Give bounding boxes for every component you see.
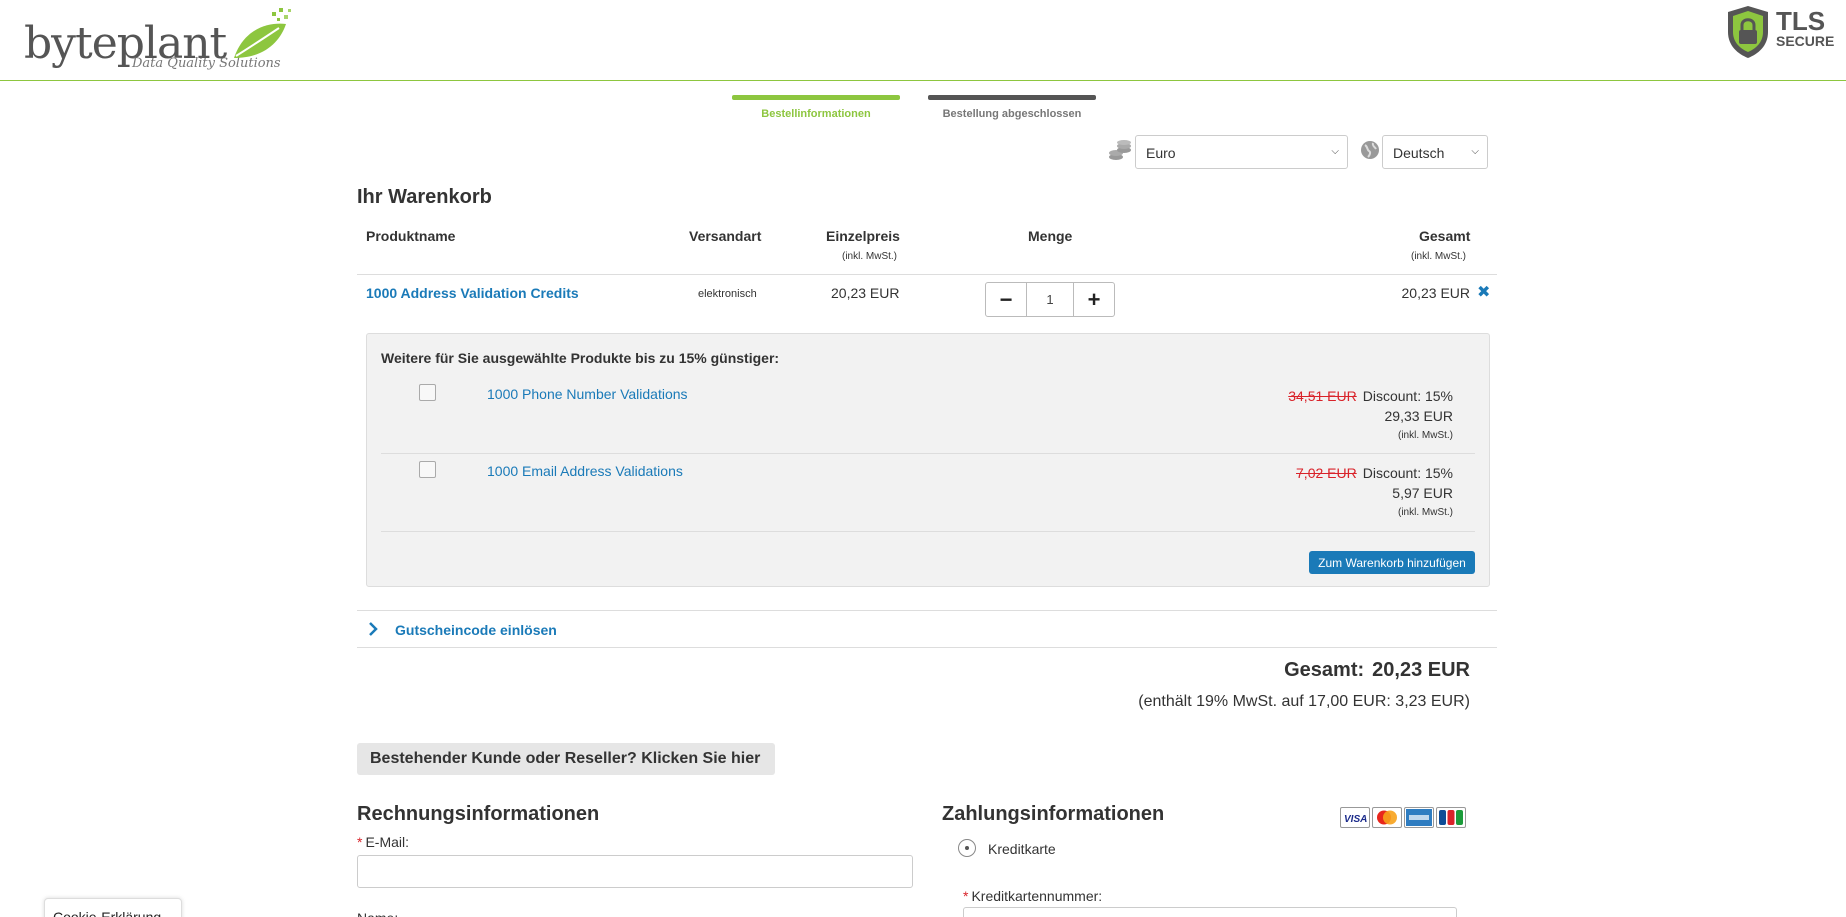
tls-label: TLS <box>1776 6 1826 36</box>
col-total-header: Gesamt <box>1419 228 1471 244</box>
mastercard-icon <box>1372 807 1402 828</box>
step-label: Bestellinformationen <box>761 108 871 120</box>
total-vat-note: (enthält 19% MwSt. auf 17,00 EUR: 3,23 E… <box>1138 693 1470 710</box>
amex-card-icon <box>1404 807 1434 828</box>
upsell-divider <box>381 531 1475 532</box>
cookie-declaration-button[interactable]: Cookie-Erklärung <box>44 898 182 917</box>
total-value: 20,23 EUR <box>1372 659 1470 681</box>
grand-total: Gesamt: 20,23 EUR <box>1200 659 1470 682</box>
chevron-down-icon: ⌵ <box>1331 146 1339 157</box>
coupon-label: Gutscheincode einlösen <box>395 622 557 638</box>
shipping-method: elektronisch <box>698 288 757 300</box>
language-value: Deutsch <box>1393 145 1445 161</box>
card-number-field[interactable] <box>963 907 1457 917</box>
currency-value: Euro <box>1146 145 1176 161</box>
list-item: 1000 Phone Number Validations 34,51 EUR D… <box>381 334 1475 441</box>
decrease-quantity-button[interactable]: − <box>986 283 1026 316</box>
language-select[interactable]: Deutsch ⌵ <box>1382 135 1488 169</box>
add-to-cart-button[interactable]: Zum Warenkorb hinzufügen <box>1309 551 1475 574</box>
col-quantity-header: Menge <box>1028 228 1073 244</box>
old-price: 7,02 EUR <box>1296 465 1357 481</box>
step-bar <box>732 95 900 100</box>
shield-lock-icon <box>1728 6 1768 58</box>
total-label: Gesamt: <box>1284 659 1365 681</box>
line-total: 20,23 EUR <box>1401 285 1470 301</box>
currency-select[interactable]: Euro ⌵ <box>1135 135 1348 169</box>
byteplant-logo[interactable]: byteplant Data Quality Solutions <box>24 8 294 74</box>
product-link[interactable]: 1000 Address Validation Credits <box>366 285 579 301</box>
visa-card-icon: VISA <box>1340 807 1370 828</box>
upsell-product-link[interactable]: 1000 Email Address Validations <box>487 463 683 479</box>
upsell-checkbox[interactable] <box>419 461 436 478</box>
credit-card-radio[interactable] <box>958 839 976 857</box>
billing-title: Rechnungsinformationen <box>357 803 600 825</box>
upsell-product-link[interactable]: 1000 Phone Number Validations <box>487 386 688 402</box>
email-label: * E-Mail: <box>357 834 410 850</box>
svg-text:VISA: VISA <box>1344 814 1367 825</box>
name-label: Name: <box>357 910 398 917</box>
card-number-label: * Kreditkartennummer: <box>963 888 1103 904</box>
step-bar <box>928 95 1096 100</box>
quantity-input[interactable]: 1 <box>1026 283 1074 316</box>
increase-quantity-button[interactable]: + <box>1074 283 1114 316</box>
chevron-down-icon: ⌵ <box>1471 146 1479 157</box>
header-divider <box>357 274 1497 275</box>
cart-title: Ihr Warenkorb <box>357 186 492 208</box>
old-price: 34,51 EUR <box>1288 388 1357 404</box>
list-item: 1000 Email Address Validations 7,02 EUR D… <box>381 411 1475 518</box>
credit-card-label: Kreditkarte <box>988 841 1056 857</box>
col-shipping-header: Versandart <box>689 228 762 244</box>
step-order-complete: Bestellung abgeschlossen <box>928 95 1096 120</box>
upsell-panel: Weitere für Sie ausgewählte Produkte bis… <box>366 333 1490 587</box>
globe-icon <box>1361 141 1379 159</box>
secure-label: SECURE <box>1776 33 1835 49</box>
col-total-note: (inkl. MwSt.) <box>1411 251 1466 262</box>
coupon-toggle[interactable]: Gutscheincode einlösen <box>357 610 1497 648</box>
email-field[interactable] <box>357 855 913 888</box>
leaf-icon <box>234 8 291 58</box>
chevron-right-icon <box>369 622 378 636</box>
remove-item-close-icon[interactable]: ✖ <box>1477 282 1490 302</box>
upsell-prices: 7,02 EUR Discount: 15% 5,97 EUR (inkl. Mw… <box>1296 463 1453 523</box>
tls-secure-badge: TLS SECURE <box>1724 2 1834 62</box>
col-unit-price-note: (inkl. MwSt.) <box>842 251 897 262</box>
new-price: 5,97 EUR <box>1392 485 1453 501</box>
site-header: byteplant Data Quality Solutions TLS SEC… <box>0 0 1846 81</box>
step-order-info: Bestellinformationen <box>732 95 900 120</box>
payment-title: Zahlungsinformationen <box>942 803 1165 825</box>
coins-icon <box>1109 140 1131 160</box>
existing-customer-button[interactable]: Bestehender Kunde oder Reseller? Klicken… <box>357 743 775 775</box>
vat-note: (inkl. MwSt.) <box>1398 507 1453 518</box>
unit-price: 20,23 EUR <box>831 285 900 301</box>
quantity-stepper: − 1 + <box>985 282 1115 317</box>
step-label: Bestellung abgeschlossen <box>942 108 1082 120</box>
col-product-header: Produktname <box>366 228 456 244</box>
discount: Discount: 15% <box>1362 465 1453 481</box>
col-unit-price-header: Einzelpreis <box>826 228 900 244</box>
discount: Discount: 15% <box>1362 388 1453 404</box>
upsell-checkbox[interactable] <box>419 384 436 401</box>
jcb-card-icon <box>1436 807 1466 828</box>
card-logos: VISA <box>1340 807 1466 828</box>
